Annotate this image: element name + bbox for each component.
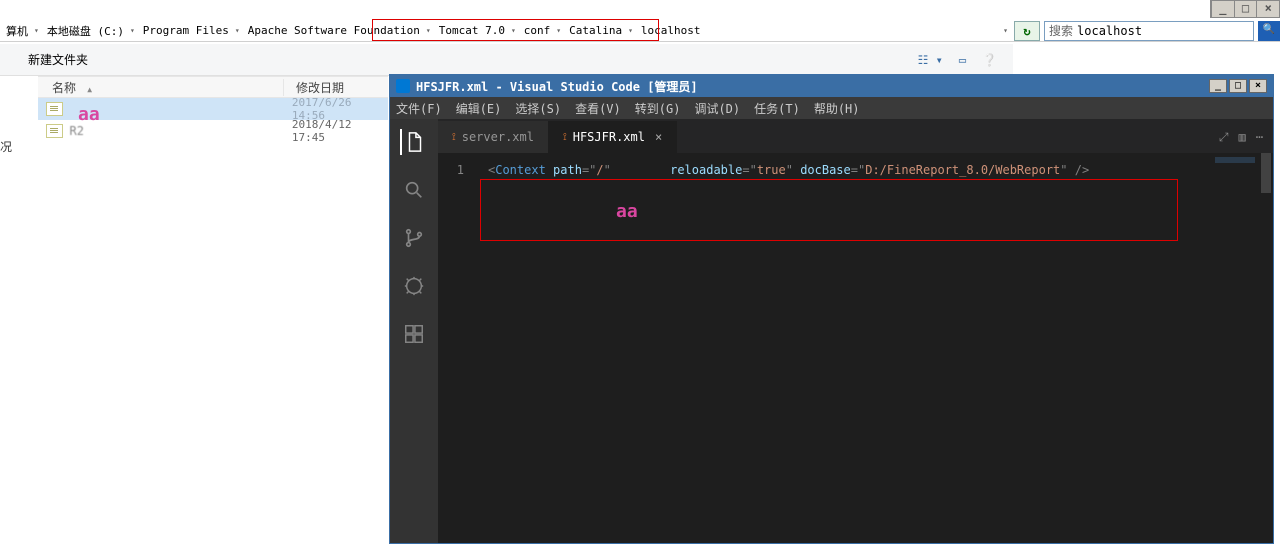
code-attr-value: / [596,163,603,177]
search-icon[interactable] [401,177,427,203]
view-details-icon[interactable]: ☷ ▾ [918,53,943,67]
view-options: ☷ ▾ ▭ ❔ [918,53,1013,67]
breadcrumb-seg[interactable]: localhost [635,24,705,37]
file-row[interactable]: R2 2018/4/12 17:45 [38,120,388,142]
menu-go[interactable]: 转到(G) [635,100,681,117]
vscode-titlebar[interactable]: HFSJFR.xml - Visual Studio Code [管理员] _ … [390,75,1273,97]
explorer-toolbar: 新建文件夹 ☷ ▾ ▭ ❔ [0,44,1013,76]
file-date: 2018/4/12 17:45 [292,118,388,144]
open-changes-icon[interactable]: ⤢ [1219,130,1229,145]
column-name[interactable]: 名称 ▲ [38,79,284,96]
breadcrumb-seg[interactable]: 算机 [0,23,32,39]
menu-tasks[interactable]: 任务(T) [754,100,800,117]
vscode-menubar: 文件(F) 编辑(E) 选择(S) 查看(V) 转到(G) 调试(D) 任务(T… [390,97,1273,119]
breadcrumb-seg[interactable]: Program Files [137,24,233,37]
chevron-right-icon[interactable]: ▾ [233,26,242,35]
file-row[interactable]: 2017/6/26 14:56 [38,98,388,120]
code-line[interactable]: <Context path="/" reloadable="true" docB… [488,163,1273,177]
breadcrumb-seg[interactable]: 本地磁盘 (C:) [41,23,128,39]
chevron-right-icon[interactable]: ▾ [424,26,433,35]
menu-debug[interactable]: 调试(D) [694,100,740,117]
help-icon[interactable]: ❔ [982,53,997,67]
vscode-window: HFSJFR.xml - Visual Studio Code [管理员] _ … [389,74,1274,544]
file-list: 2017/6/26 14:56 R2 2018/4/12 17:45 [38,98,388,142]
refresh-button[interactable]: ↻ [1014,21,1040,41]
minimap[interactable] [1215,157,1255,163]
breadcrumb-seg[interactable]: Tomcat 7.0 [433,24,509,37]
search-go-button[interactable]: 🔍 [1258,21,1280,41]
menu-view[interactable]: 查看(V) [575,100,621,117]
new-folder-button[interactable]: 新建文件夹 [28,51,88,68]
column-date[interactable]: 修改日期 [284,79,344,96]
chevron-right-icon[interactable]: ▾ [128,26,137,35]
debug-icon[interactable] [401,273,427,299]
code-attr-name: docBase [800,163,851,177]
minimize-button[interactable]: _ [1211,1,1234,17]
split-editor-icon[interactable]: ▥ [1239,130,1246,144]
address-bar: 算机▾ 本地磁盘 (C:)▾ Program Files▾ Apache Sof… [0,20,1280,42]
code-highlight-annotation [480,179,1178,241]
vscode-minimize-button[interactable]: _ [1209,79,1227,93]
line-number: 1 [438,163,476,177]
vscode-logo-icon [396,79,410,93]
vscode-tabs: ⟟ server.xml ⟟ HFSJFR.xml × ⤢ ▥ ⋯ [438,119,1273,153]
tab-hfsjfr-xml[interactable]: ⟟ HFSJFR.xml × [549,121,677,153]
code-close: /> [1068,163,1090,177]
vscode-title: HFSJFR.xml - Visual Studio Code [管理员] [416,78,698,95]
breadcrumb[interactable]: 算机▾ 本地磁盘 (C:)▾ Program Files▾ Apache Sof… [0,20,705,42]
code-attr-name: path [553,163,582,177]
code-attr-value: true [757,163,786,177]
parent-window-controls: _ □ × [1210,0,1280,18]
vscode-maximize-button[interactable]: □ [1229,79,1247,93]
search-input[interactable] [1073,24,1253,38]
tab-actions: ⤢ ▥ ⋯ [1209,121,1273,153]
breadcrumb-seg[interactable]: conf [518,24,555,37]
vscode-editor-group: ⟟ server.xml ⟟ HFSJFR.xml × ⤢ ▥ ⋯ 1 <Con… [438,119,1273,543]
xml-file-icon [46,102,63,116]
vscode-activity-bar [390,119,438,543]
tab-label: server.xml [462,130,534,144]
breadcrumb-overflow-icon[interactable]: ▾ [1001,26,1010,35]
maximize-button[interactable]: □ [1234,1,1257,17]
breadcrumb-seg[interactable]: Apache Software Foundation [242,24,424,37]
code-tag: Context [495,163,546,177]
scrollbar-thumb[interactable] [1261,153,1271,193]
vertical-scrollbar[interactable] [1259,153,1273,543]
menu-select[interactable]: 选择(S) [515,100,561,117]
xml-file-icon [46,124,63,138]
vscode-close-button[interactable]: × [1249,79,1267,93]
code-attr-name: reloadable [670,163,742,177]
column-name-label: 名称 [52,81,76,95]
menu-edit[interactable]: 编辑(E) [456,100,502,117]
file-name: R2 [69,124,291,138]
left-panel-fragment: 况 [0,138,14,162]
menu-help[interactable]: 帮助(H) [814,100,860,117]
chevron-right-icon[interactable]: ▾ [554,26,563,35]
xml-tab-icon: ⟟ [563,132,567,143]
tab-label: HFSJFR.xml [573,130,645,144]
tab-server-xml[interactable]: ⟟ server.xml [438,121,549,153]
close-button[interactable]: × [1256,1,1279,17]
columns-header: 名称 ▲ 修改日期 [38,76,388,98]
code-attr-value: D:/FineReport_8.0/WebReport [865,163,1060,177]
annotation-code-aa: aa [616,201,638,222]
sort-asc-icon: ▲ [87,85,92,94]
vscode-code-area[interactable]: 1 <Context path="/" reloadable="true" do… [438,153,1273,177]
search-box[interactable]: 搜索 [1044,21,1254,41]
breadcrumb-seg[interactable]: Catalina [563,24,626,37]
xml-tab-icon: ⟟ [452,132,456,143]
chevron-right-icon[interactable]: ▾ [32,26,41,35]
chevron-right-icon[interactable]: ▾ [626,26,635,35]
search-prefix: 搜索 [1045,22,1073,39]
chevron-right-icon[interactable]: ▾ [509,26,518,35]
files-icon[interactable] [400,129,426,155]
view-preview-icon[interactable]: ▭ [959,53,966,67]
more-actions-icon[interactable]: ⋯ [1256,130,1263,144]
extensions-icon[interactable] [401,321,427,347]
menu-file[interactable]: 文件(F) [396,100,442,117]
git-branch-icon[interactable] [401,225,427,251]
tab-close-icon[interactable]: × [655,130,662,144]
